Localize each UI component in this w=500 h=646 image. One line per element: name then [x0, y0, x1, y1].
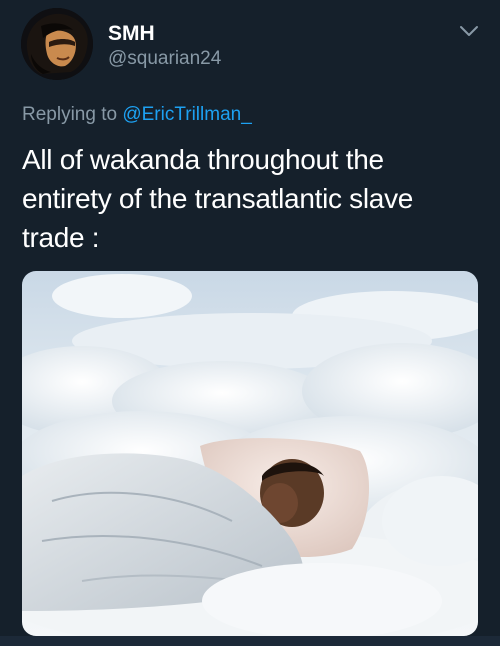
username-handle[interactable]: @squarian24 — [108, 48, 221, 70]
tweet-text: All of wakanda throughout the entirety o… — [22, 144, 414, 253]
avatar[interactable] — [21, 8, 93, 80]
chevron-down-icon[interactable] — [458, 24, 480, 38]
bottom-divider — [0, 636, 500, 646]
avatar-image — [21, 8, 93, 80]
reply-prefix: Replying to — [22, 104, 118, 125]
tweet-media-image[interactable] — [22, 271, 478, 636]
display-name[interactable]: SMH — [108, 22, 155, 46]
clouds-bed-image — [22, 271, 478, 636]
reply-context: Replying to @EricTrillman_ — [22, 104, 252, 126]
reply-to-mention-link[interactable]: @EricTrillman_ — [122, 104, 251, 125]
